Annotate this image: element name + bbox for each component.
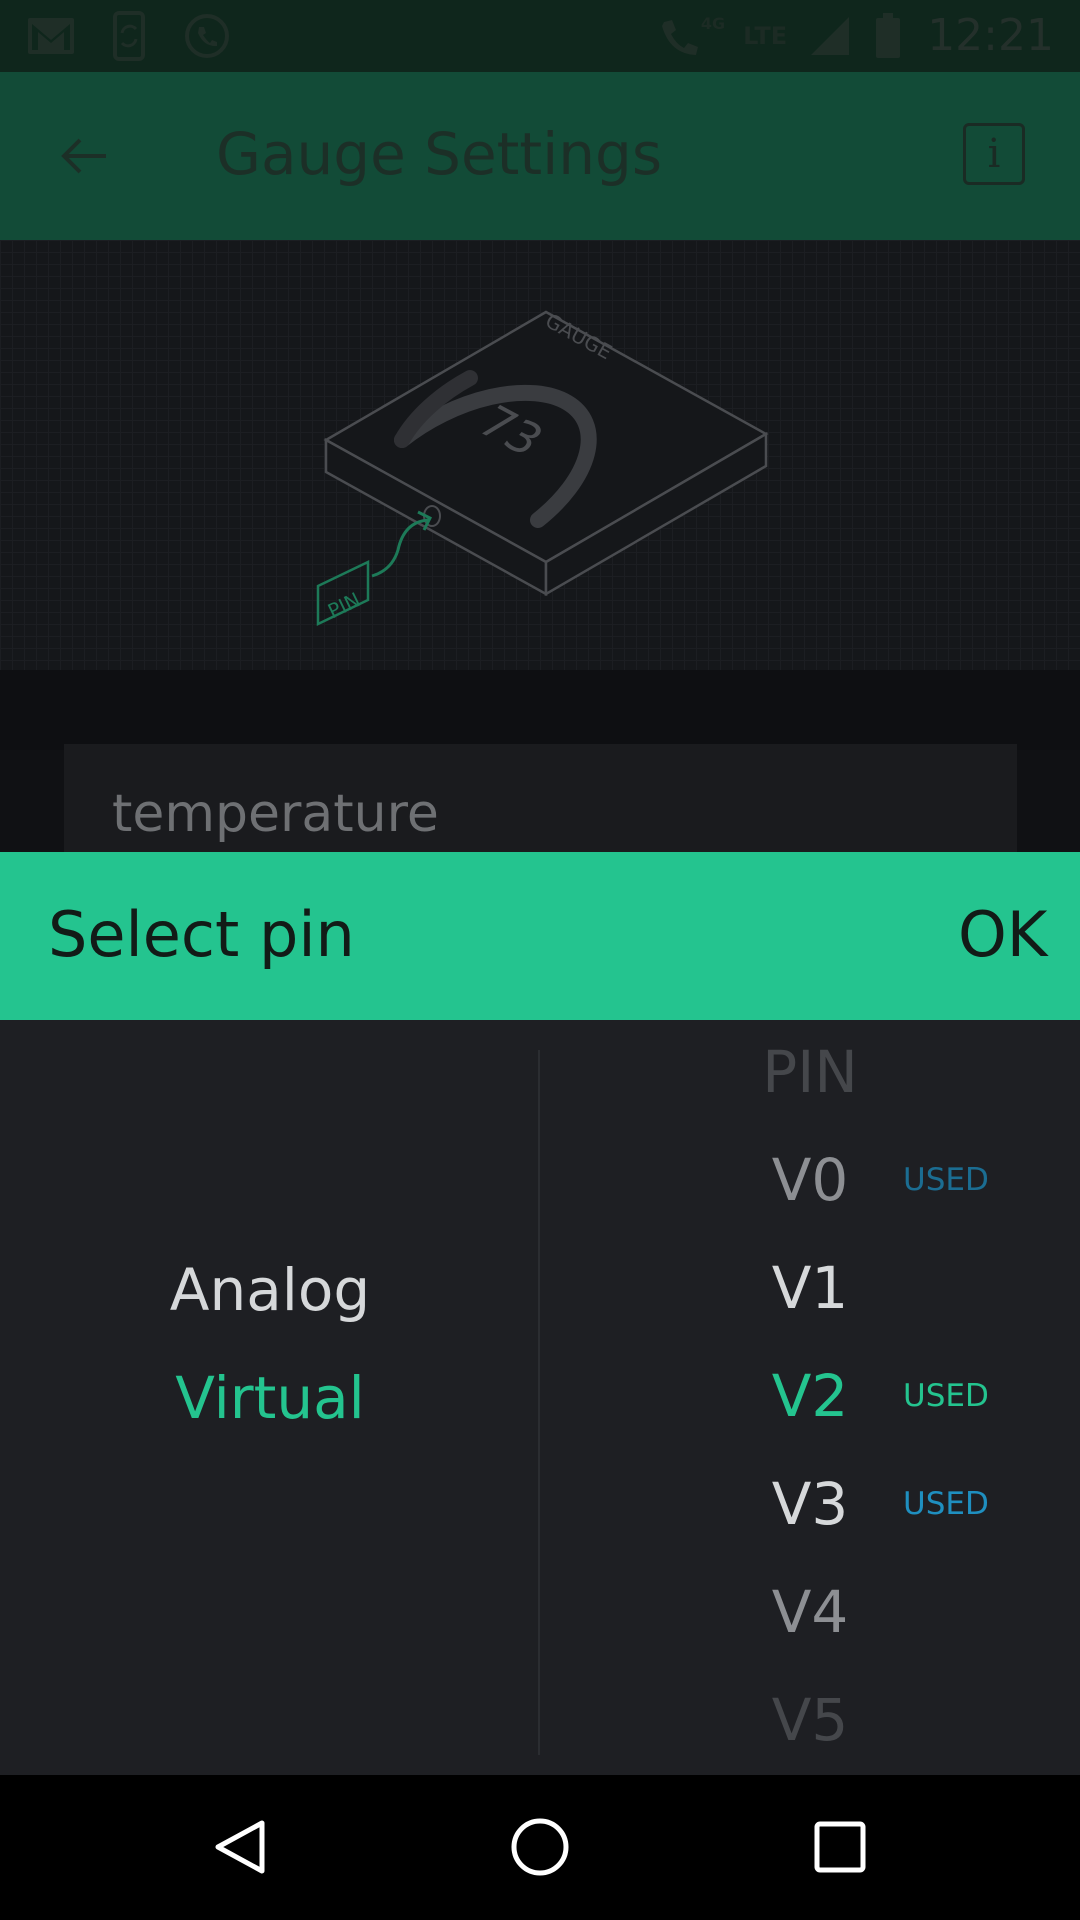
sync-phone-icon (104, 11, 154, 61)
pin-v2-used-badge: USED (903, 1378, 989, 1414)
widget-illustration: 73 GAUGE PIN (0, 240, 1080, 670)
pin-option-v2[interactable]: V2 (750, 1362, 870, 1430)
mode-option-virtual[interactable]: Virtual (0, 1364, 540, 1432)
select-pin-dialog-body: Analog Virtual PIN V0 USED V1 V2 USED V3… (0, 1020, 1080, 1775)
gauge-widget-drawing: 73 GAUGE PIN (316, 308, 769, 626)
nav-recents-button[interactable] (790, 1797, 890, 1897)
network-lte-label: LTE (743, 22, 788, 50)
nav-back-icon (215, 1820, 265, 1874)
pin-column-header: PIN (762, 1038, 858, 1106)
status-clock: 12:21 (927, 10, 1054, 61)
pin-v0-used-badge: USED (903, 1162, 989, 1198)
info-button[interactable]: i (963, 123, 1025, 185)
app-bar: Gauge Settings i (0, 72, 1080, 240)
system-nav-bar (0, 1775, 1080, 1920)
status-left-icons (0, 11, 232, 61)
signal-icon (805, 14, 855, 58)
pin-option-v4[interactable]: V4 (750, 1578, 870, 1646)
mode-option-analog[interactable]: Analog (0, 1256, 540, 1324)
dialog-title: Select pin (48, 898, 355, 971)
pin-option-v1[interactable]: V1 (750, 1254, 870, 1322)
battery-icon (873, 13, 903, 58)
pin-option-v0[interactable]: V0 (750, 1146, 870, 1214)
network-4g-label: 4G (700, 14, 726, 33)
select-pin-dialog-header: Select pin OK (0, 852, 1080, 1020)
nav-recents-icon (814, 1821, 866, 1873)
status-bar: 4G LTE 12:21 (0, 0, 1080, 72)
wifi-call-icon (655, 14, 705, 58)
widget-name-value: temperature (112, 784, 439, 844)
nav-home-icon (511, 1818, 569, 1876)
nav-home-button[interactable] (490, 1797, 590, 1897)
status-right-icons: 4G LTE 12:21 (655, 10, 1080, 61)
missed-call-icon (182, 14, 232, 58)
pin-v3-used-badge: USED (903, 1486, 989, 1522)
page-title: Gauge Settings (216, 120, 663, 188)
gmail-icon (26, 14, 76, 58)
pin-option-v5[interactable]: V5 (750, 1686, 870, 1754)
ok-button[interactable]: OK (958, 898, 1047, 971)
nav-back-button[interactable] (190, 1797, 290, 1897)
section-gap (0, 670, 1080, 750)
widget-name-field[interactable]: temperature (64, 744, 1017, 854)
back-arrow-icon (61, 138, 106, 174)
pin-option-v3[interactable]: V3 (750, 1470, 870, 1538)
back-button[interactable] (48, 122, 120, 190)
